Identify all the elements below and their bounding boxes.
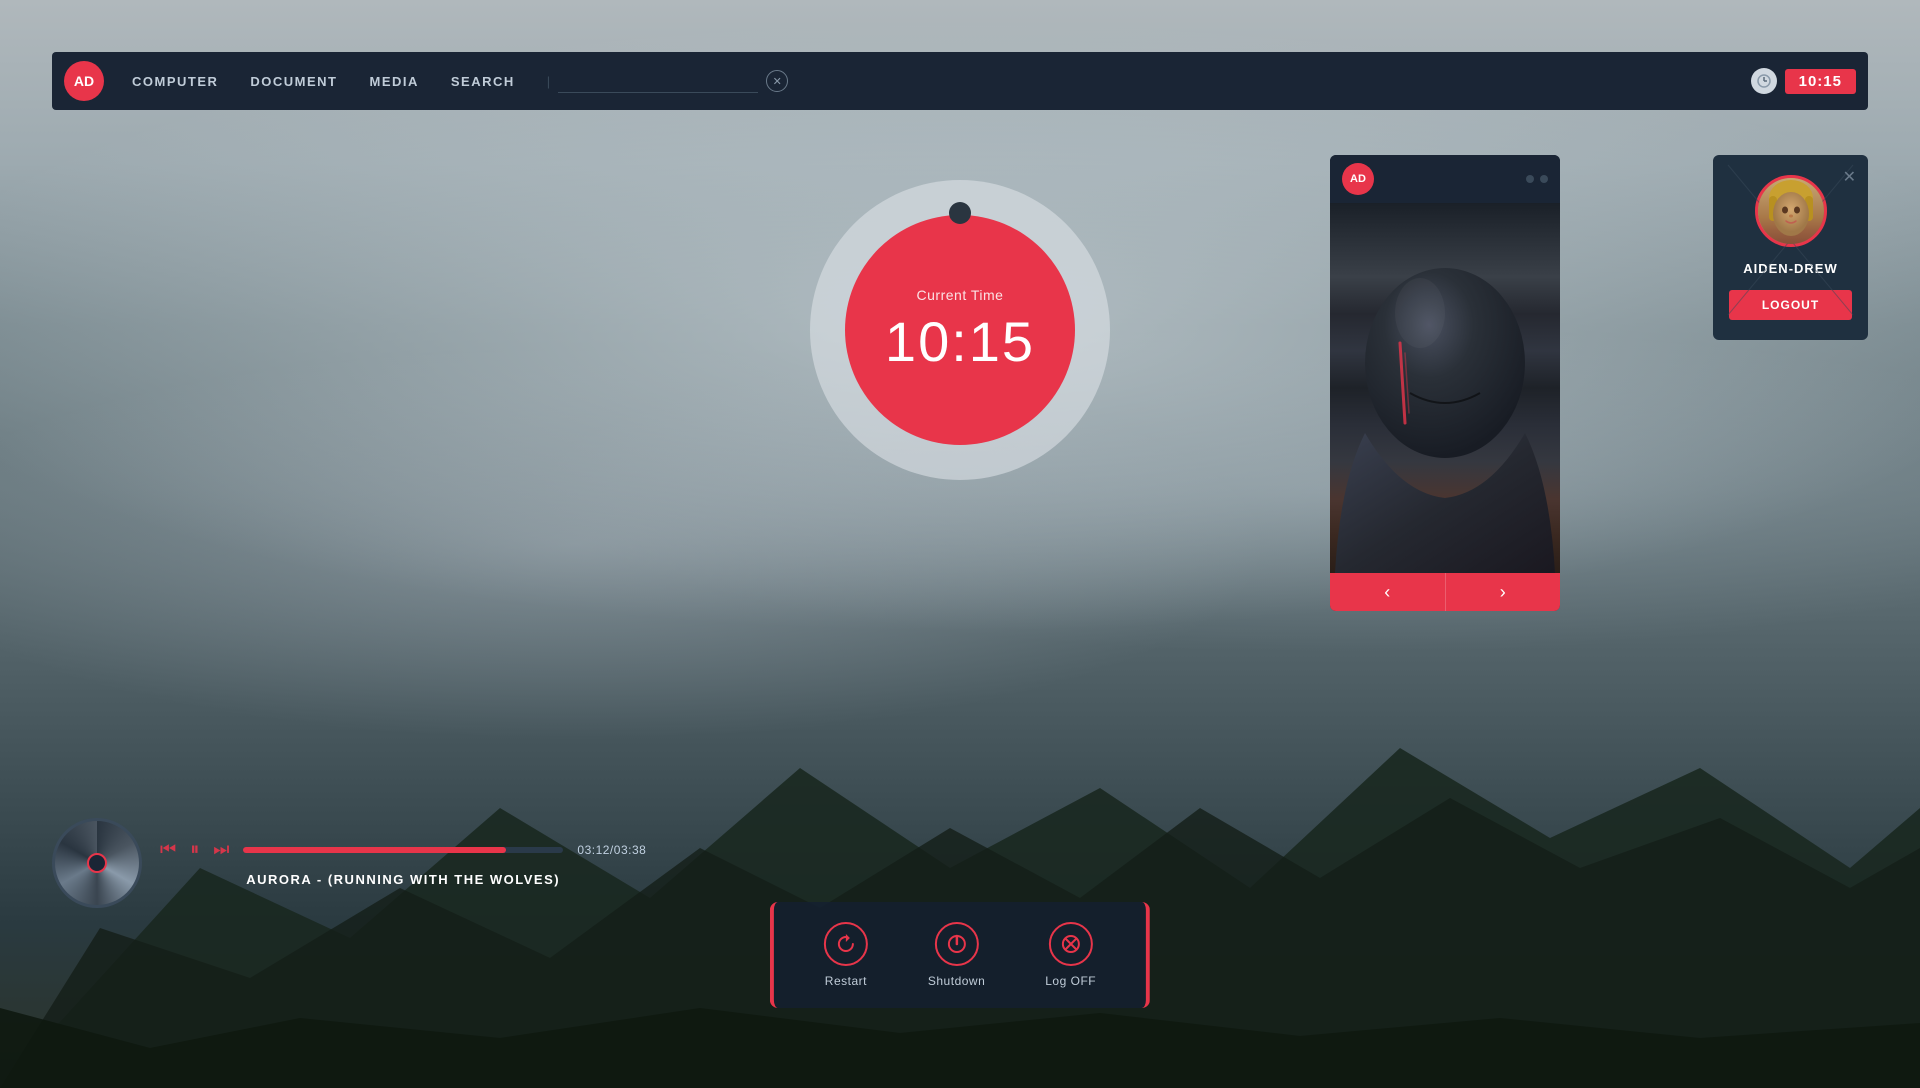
logoff-label: Log OFF xyxy=(1045,974,1096,988)
viewer-footer: ‹ › xyxy=(1330,573,1560,611)
avatar-face xyxy=(1758,178,1824,244)
viewer-logo: AD xyxy=(1342,163,1374,195)
profile-close-button[interactable]: ✕ xyxy=(1843,167,1856,187)
logout-button[interactable]: LOGOUT xyxy=(1729,290,1852,320)
search-clear-button[interactable]: ✕ xyxy=(766,70,788,92)
time-info: 03:12/03:38 xyxy=(577,843,646,857)
restart-svg xyxy=(835,933,857,955)
clock-face: Current Time 10:15 xyxy=(845,215,1075,445)
viewer-dots xyxy=(1526,175,1548,183)
viewer-dot-1 xyxy=(1526,175,1534,183)
viewer-next-button[interactable]: › xyxy=(1446,573,1561,611)
clock-label: Current Time xyxy=(917,287,1004,303)
user-profile-panel: ✕ xyxy=(1713,155,1868,340)
clock-icon xyxy=(1757,74,1771,88)
time-icon xyxy=(1751,68,1777,94)
restart-icon xyxy=(824,922,868,966)
album-art xyxy=(52,818,142,908)
media-player: ⏮ ⏸ ⏭ 03:12/03:38 AURORA - (RUNNING WITH… xyxy=(52,818,646,908)
logoff-button[interactable]: Log OFF xyxy=(1045,922,1096,988)
search-input[interactable] xyxy=(558,69,758,93)
shutdown-svg xyxy=(946,933,968,955)
progress-fill xyxy=(243,847,505,853)
restart-label: Restart xyxy=(825,974,867,988)
time-display: 10:15 xyxy=(1751,68,1856,94)
album-center xyxy=(87,853,107,873)
progress-bar[interactable] xyxy=(243,847,563,853)
search-area: | ✕ xyxy=(547,69,847,93)
clock-widget: Current Time 10:15 xyxy=(800,170,1120,490)
forward-button[interactable]: ⏭ xyxy=(213,839,229,860)
shutdown-button[interactable]: Shutdown xyxy=(928,922,985,988)
power-panel: Restart Shutdown Log OFF xyxy=(770,902,1150,1008)
restart-button[interactable]: Restart xyxy=(824,922,868,988)
pipe-separator: | xyxy=(547,74,550,89)
nav-computer[interactable]: COMPUTER xyxy=(132,74,218,89)
pause-button[interactable]: ⏸ xyxy=(190,839,199,860)
nav-document[interactable]: DOCUMENT xyxy=(250,74,337,89)
clock-indicator-dot xyxy=(949,202,971,224)
shutdown-label: Shutdown xyxy=(928,974,985,988)
viewer-image xyxy=(1330,203,1560,573)
logoff-icon xyxy=(1049,922,1093,966)
clock-outer-ring: Current Time 10:15 xyxy=(810,180,1110,480)
time-badge: 10:15 xyxy=(1785,69,1856,94)
avatar-illustration xyxy=(1758,178,1824,244)
viewer-header: AD xyxy=(1330,155,1560,203)
nav-search[interactable]: SEARCH xyxy=(451,74,515,89)
logo-button[interactable]: AD xyxy=(64,61,104,101)
shutdown-icon xyxy=(935,922,979,966)
nav-menu: COMPUTER DOCUMENT MEDIA SEARCH xyxy=(132,74,515,89)
track-name: AURORA - (RUNNING WITH THE WOLVES) xyxy=(160,872,646,887)
viewer-prev-button[interactable]: ‹ xyxy=(1330,573,1446,611)
logoff-svg xyxy=(1060,933,1082,955)
nav-media[interactable]: MEDIA xyxy=(370,74,419,89)
player-controls: ⏮ ⏸ ⏭ 03:12/03:38 AURORA - (RUNNING WITH… xyxy=(160,839,646,887)
topbar: AD COMPUTER DOCUMENT MEDIA SEARCH | ✕ 10… xyxy=(52,52,1868,110)
image-viewer: AD xyxy=(1330,155,1560,611)
controls-row: ⏮ ⏸ ⏭ 03:12/03:38 xyxy=(160,839,646,860)
rewind-button[interactable]: ⏮ xyxy=(160,839,176,860)
profile-avatar xyxy=(1755,175,1827,247)
viewer-dot-2 xyxy=(1540,175,1548,183)
profile-name: AIDEN-DREW xyxy=(1743,261,1838,276)
clock-time: 10:15 xyxy=(885,309,1035,374)
helmet-illustration xyxy=(1330,203,1560,573)
